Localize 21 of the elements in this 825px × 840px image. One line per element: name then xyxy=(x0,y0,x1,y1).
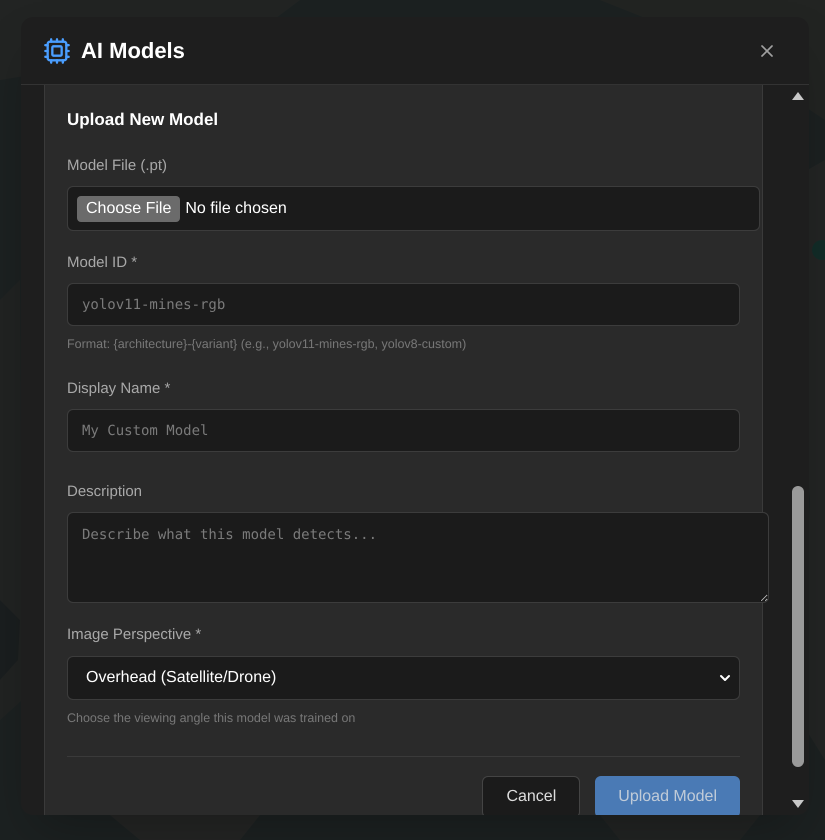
scrollbar-thumb[interactable] xyxy=(792,486,804,767)
field-hint: Choose the viewing angle this model was trained on xyxy=(67,710,356,726)
choose-file-button[interactable]: Choose File xyxy=(77,196,180,222)
section-heading: Upload New Model xyxy=(67,110,220,130)
scroll-up-icon[interactable] xyxy=(791,91,805,101)
file-field[interactable]: Choose File No file chosen xyxy=(67,186,760,231)
field-label: Model ID * xyxy=(67,253,138,273)
dialog-title: AI Models xyxy=(81,37,185,65)
text-field[interactable]: yolov11-mines-rgb xyxy=(67,283,740,326)
file-status-text: No file chosen xyxy=(185,198,287,218)
field-hint: Format: {architecture}-{variant} (e.g., yolov11-mines-rgb, yolov8-custom) xyxy=(67,336,468,352)
perspective-select[interactable]: Overhead (Satellite/Drone) xyxy=(67,656,740,700)
scroll-down-icon[interactable] xyxy=(791,799,805,809)
field-label: Description xyxy=(67,482,144,502)
field-label: Image Perspective * xyxy=(67,625,202,645)
cpu-icon xyxy=(43,36,71,64)
field-label: Model File (.pt) xyxy=(67,156,168,176)
description-field[interactable]: Describe what this model detects... xyxy=(67,512,769,603)
cancel-button[interactable]: Cancel xyxy=(482,776,580,815)
field-label: Display Name * xyxy=(67,379,172,399)
text-field[interactable]: My Custom Model xyxy=(67,409,740,452)
